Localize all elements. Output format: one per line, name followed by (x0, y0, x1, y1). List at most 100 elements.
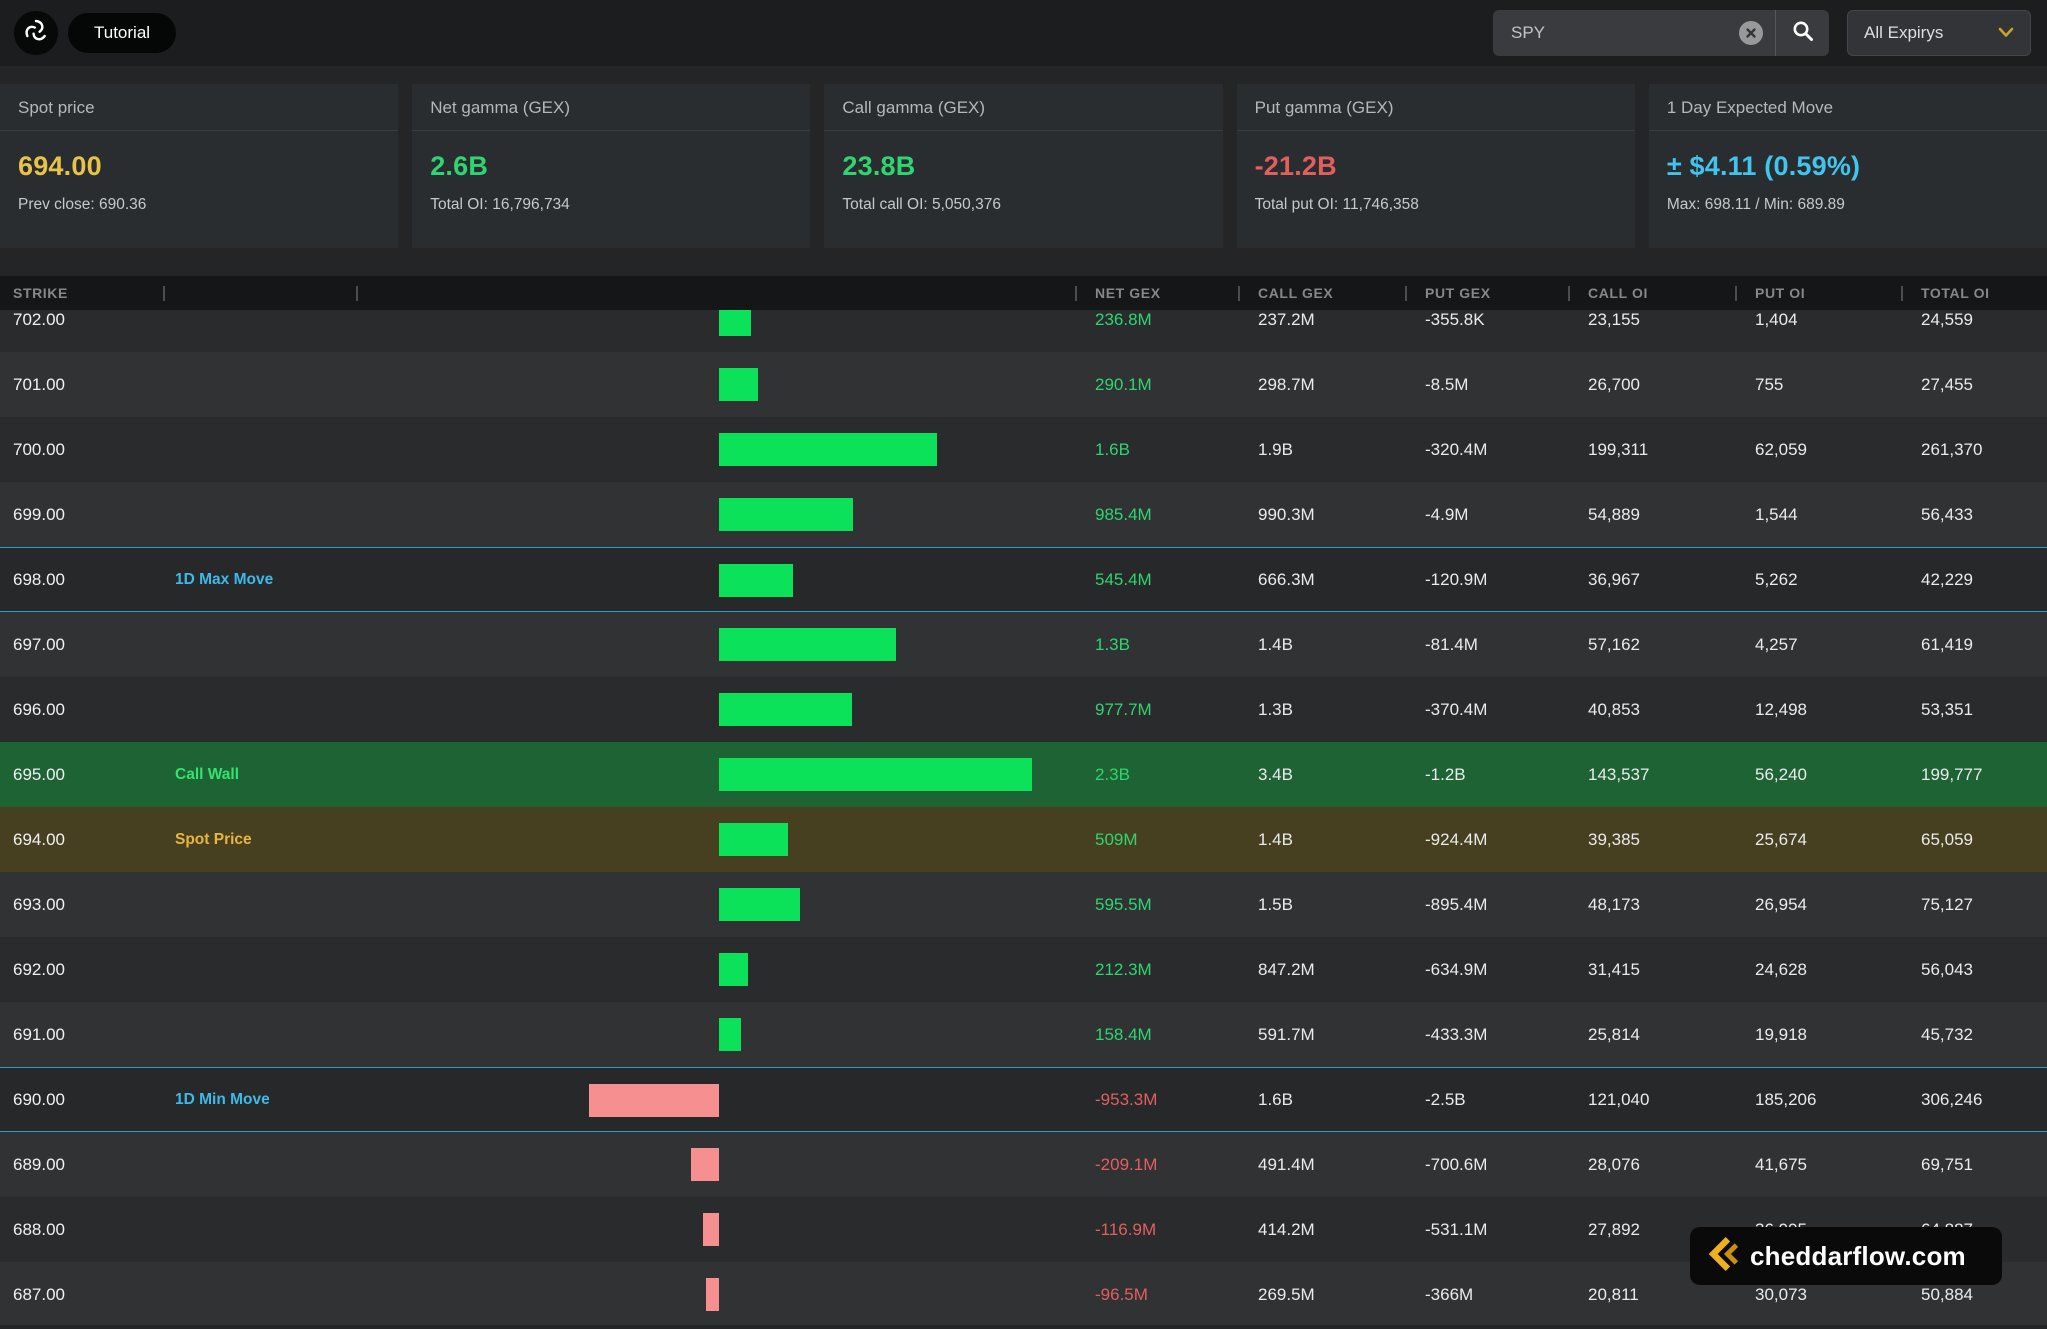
magnifier-icon (1791, 19, 1815, 48)
call-oi-cell: 26,700 (1568, 352, 1735, 417)
net-gex-bar (719, 433, 937, 466)
put-oi-cell: 56,240 (1735, 742, 1901, 807)
put-gex-cell: -2.5B (1405, 1068, 1568, 1131)
strike-row-696.00: 696.00977.7M1.3B-370.4M40,85312,49853,35… (0, 677, 2047, 742)
net-gex-bar (719, 758, 1032, 791)
table-header: STRIKE NET GEXCALL GEXPUT GEXCALL OIPUT O… (0, 276, 2047, 310)
app-logo[interactable] (14, 11, 58, 55)
column-header-put-oi[interactable]: PUT OI (1735, 276, 1901, 310)
put-gex-cell: -81.4M (1405, 612, 1568, 677)
card-title: Call gamma (GEX) (824, 84, 1222, 131)
expiry-filter-dropdown[interactable]: All Expirys (1847, 10, 2031, 56)
call-gex-cell: 591.7M (1238, 1002, 1405, 1067)
tutorial-button[interactable]: Tutorial (68, 13, 176, 53)
top-nav: Tutorial All Expirys (0, 0, 2047, 66)
net-gex-bar-cell (356, 482, 1075, 547)
column-header-call-gex[interactable]: CALL GEX (1238, 276, 1405, 310)
strike-row-701.00: 701.00290.1M298.7M-8.5M26,70075527,455 (0, 352, 2047, 417)
card-value: 694.00 (18, 151, 380, 182)
card-subtext: Total OI: 16,796,734 (430, 196, 792, 214)
strike-row-693.00: 693.00595.5M1.5B-895.4M48,17326,95475,12… (0, 872, 2047, 937)
net-gex-cell: 2.3B (1075, 742, 1238, 807)
put-gex-cell: -700.6M (1405, 1132, 1568, 1197)
card-title: Spot price (0, 84, 398, 131)
column-separator (1075, 286, 1077, 301)
strike-row-691.00: 691.00158.4M591.7M-433.3M25,81419,91845,… (0, 1002, 2047, 1067)
column-header-put-gex[interactable]: PUT GEX (1405, 276, 1568, 310)
total-oi-cell: 65,059 (1901, 807, 2047, 872)
column-header-strike[interactable]: STRIKE (0, 276, 163, 310)
net-gex-cell: -116.9M (1075, 1197, 1238, 1262)
call-oi-cell: 28,076 (1568, 1132, 1735, 1197)
strike-row-695.00: 695.00Call Wall2.3B3.4B-1.2B143,53756,24… (0, 742, 2047, 807)
put-oi-cell: 4,257 (1735, 612, 1901, 677)
strike-row-702.00: 702.00236.8M237.2M-355.8K23,1551,40424,5… (0, 310, 2047, 352)
row-label (163, 1002, 356, 1067)
net-gex-bar-cell (356, 1002, 1075, 1067)
row-label (163, 872, 356, 937)
total-oi-cell: 261,370 (1901, 417, 2047, 482)
call-gex-cell: 491.4M (1238, 1132, 1405, 1197)
strike-row-689.00: 689.00-209.1M491.4M-700.6M28,07641,67569… (0, 1132, 2047, 1197)
net-gex-bar (719, 628, 896, 661)
call-gex-cell: 298.7M (1238, 352, 1405, 417)
summary-cards: Spot price694.00Prev close: 690.36Net ga… (0, 84, 2047, 248)
net-gex-bar (703, 1213, 719, 1246)
put-oi-cell: 62,059 (1735, 417, 1901, 482)
net-gex-cell: 236.8M (1075, 310, 1238, 352)
column-separator (1568, 286, 1570, 301)
net-gex-cell: 290.1M (1075, 352, 1238, 417)
row-label (163, 310, 356, 352)
column-header-net-gex[interactable]: NET GEX (1075, 276, 1238, 310)
search-button[interactable] (1775, 10, 1829, 56)
call-gex-cell: 1.4B (1238, 612, 1405, 677)
total-oi-cell: 75,127 (1901, 872, 2047, 937)
call-gex-cell: 666.3M (1238, 548, 1405, 611)
search-input[interactable] (1493, 23, 1739, 43)
net-gex-bar (719, 953, 748, 986)
call-gex-cell: 847.2M (1238, 937, 1405, 1002)
total-oi-cell: 53,351 (1901, 677, 2047, 742)
summary-card: Call gamma (GEX)23.8BTotal call OI: 5,05… (824, 84, 1222, 248)
net-gex-bar-cell (356, 310, 1075, 352)
net-gex-bar-cell (356, 1132, 1075, 1197)
net-gex-cell: 158.4M (1075, 1002, 1238, 1067)
net-gex-bar (719, 368, 758, 401)
net-gex-bar (719, 498, 853, 531)
gex-dashboard: Tutorial All Expirys (0, 0, 2047, 1329)
net-gex-bar-cell (356, 548, 1075, 611)
net-gex-bar-cell (356, 677, 1075, 742)
put-gex-cell: -355.8K (1405, 310, 1568, 352)
call-gex-cell: 1.6B (1238, 1068, 1405, 1131)
put-gex-cell: -433.3M (1405, 1002, 1568, 1067)
put-oi-cell: 5,262 (1735, 548, 1901, 611)
strike-row-699.00: 699.00985.4M990.3M-4.9M54,8891,54456,433 (0, 482, 2047, 547)
row-label (163, 677, 356, 742)
strike-row-690.00: 690.001D Min Move-953.3M1.6B-2.5B121,040… (0, 1067, 2047, 1132)
column-header-total-oi[interactable]: TOTAL OI (1901, 276, 2047, 310)
card-subtext: Total put OI: 11,746,358 (1255, 196, 1617, 214)
strike-row-692.00: 692.00212.3M847.2M-634.9M31,41524,62856,… (0, 937, 2047, 1002)
strike-cell: 690.00 (0, 1068, 163, 1131)
row-label (163, 352, 356, 417)
summary-card: Net gamma (GEX)2.6BTotal OI: 16,796,734 (412, 84, 810, 248)
call-gex-cell: 1.5B (1238, 872, 1405, 937)
call-oi-cell: 39,385 (1568, 807, 1735, 872)
put-gex-cell: -4.9M (1405, 482, 1568, 547)
put-oi-cell: 24,628 (1735, 937, 1901, 1002)
net-gex-bar (719, 1018, 741, 1051)
column-header-call-oi[interactable]: CALL OI (1568, 276, 1735, 310)
put-gex-cell: -531.1M (1405, 1197, 1568, 1262)
strike-cell: 702.00 (0, 310, 163, 352)
net-gex-bar (719, 823, 788, 856)
net-gex-cell: 595.5M (1075, 872, 1238, 937)
strike-table: 702.00236.8M237.2M-355.8K23,1551,40424,5… (0, 310, 2047, 1325)
clear-search-icon[interactable] (1739, 21, 1763, 45)
column-separator (356, 286, 358, 301)
net-gex-cell: 509M (1075, 807, 1238, 872)
total-oi-cell: 69,751 (1901, 1132, 2047, 1197)
row-label (163, 1197, 356, 1262)
summary-card: Spot price694.00Prev close: 690.36 (0, 84, 398, 248)
put-oi-cell: 755 (1735, 352, 1901, 417)
put-oi-cell: 25,674 (1735, 807, 1901, 872)
